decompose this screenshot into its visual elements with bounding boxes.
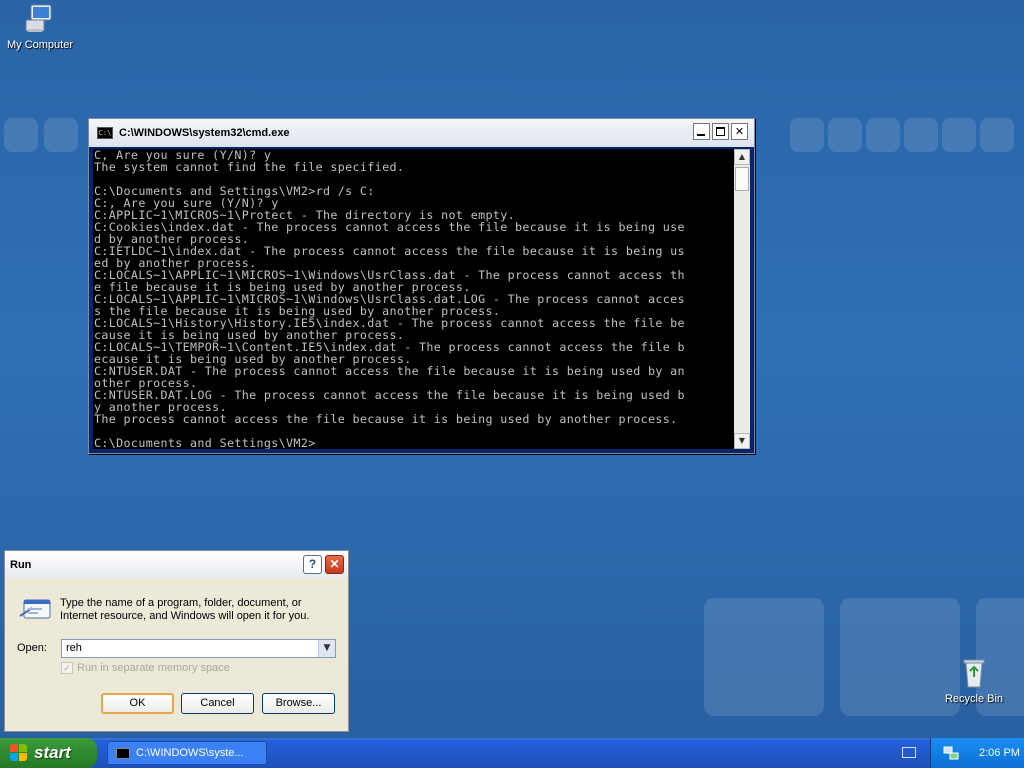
close-icon: ✕ <box>329 557 340 571</box>
cmd-titlebar[interactable]: C:\ C:\WINDOWS\system32\cmd.exe ✕ <box>89 119 754 147</box>
minimize-icon <box>697 134 705 136</box>
run-titlebar[interactable]: Run ? ✕ <box>5 551 348 578</box>
scroll-thumb[interactable] <box>735 167 749 191</box>
run-icon <box>19 599 51 619</box>
system-tray: 2:06 PM <box>930 738 1024 768</box>
cmd-title: C:\WINDOWS\system32\cmd.exe <box>119 127 290 139</box>
maximize-button[interactable] <box>712 123 729 140</box>
browse-button[interactable]: Browse... <box>262 693 335 714</box>
arrow-up-icon: ▲ <box>738 152 746 161</box>
help-icon: ? <box>308 557 317 571</box>
run-dialog[interactable]: Run ? ✕ Type the name of a program, fold… <box>4 550 349 732</box>
desktop-icon-my-computer[interactable]: My Computer <box>0 2 80 51</box>
scroll-down-button[interactable]: ▼ <box>734 433 750 449</box>
cmd-window[interactable]: C:\ C:\WINDOWS\system32\cmd.exe ✕ C, Are… <box>88 118 755 454</box>
desktop-tile <box>866 118 900 152</box>
desktop-tile <box>980 118 1014 152</box>
open-input[interactable]: reh ▼ <box>61 639 336 658</box>
start-label: start <box>34 743 71 762</box>
network-icon[interactable] <box>943 745 959 761</box>
separate-memory-checkbox: ✓ <box>61 662 73 674</box>
desktop-tile <box>828 118 862 152</box>
minimize-button[interactable] <box>693 123 710 140</box>
console-icon <box>116 747 130 759</box>
console-line: The process cannot access the file becau… <box>94 412 678 426</box>
open-dropdown-button[interactable]: ▼ <box>318 640 335 657</box>
start-button[interactable]: start <box>0 738 97 768</box>
console-output[interactable]: C, Are you sure (Y/N)? y The system canno… <box>93 149 734 449</box>
console-scrollbar[interactable]: ▲ ▼ <box>734 149 750 449</box>
computer-icon <box>25 4 52 32</box>
desktop-icon-label: My Computer <box>6 39 74 51</box>
desktop-icon-label: Recycle Bin <box>944 693 1004 705</box>
desktop-tile <box>904 118 938 152</box>
desktop-tile <box>942 118 976 152</box>
separate-memory-option: ✓ Run in separate memory space <box>61 662 230 674</box>
arrow-down-icon: ▼ <box>738 436 746 445</box>
desktop-tile <box>704 598 824 716</box>
close-icon: ✕ <box>734 125 745 138</box>
chevron-down-icon: ▼ <box>323 643 331 653</box>
cancel-button[interactable]: Cancel <box>181 693 254 714</box>
desktop-icon-recycle-bin[interactable]: Recycle Bin <box>934 656 1014 705</box>
taskbar-item-cmd[interactable]: C:\WINDOWS\syste... <box>107 741 267 765</box>
taskbar: start C:\WINDOWS\syste... 2:06 PM <box>0 738 1024 768</box>
help-button[interactable]: ? <box>303 555 322 574</box>
desktop-tile <box>790 118 824 152</box>
open-input-value: reh <box>66 642 82 654</box>
close-button[interactable]: ✕ <box>731 123 748 140</box>
keyboard-icon[interactable] <box>902 747 916 758</box>
console-icon: C:\ <box>97 127 113 139</box>
run-description: Type the name of a program, folder, docu… <box>60 597 310 622</box>
run-close-button[interactable]: ✕ <box>325 555 344 574</box>
separate-memory-label: Run in separate memory space <box>77 662 230 674</box>
desktop-tile <box>44 118 78 152</box>
clock[interactable]: 2:06 PM <box>979 747 1020 759</box>
scroll-up-button[interactable]: ▲ <box>734 149 750 165</box>
run-title: Run <box>10 558 32 571</box>
maximize-icon <box>716 127 725 136</box>
open-label: Open: <box>17 642 47 654</box>
console-line: C:\Documents and Settings\VM2> <box>94 436 316 449</box>
taskbar-item-label: C:\WINDOWS\syste... <box>136 747 244 759</box>
windows-logo-icon <box>10 744 28 762</box>
recycle-bin-icon <box>963 659 985 688</box>
desktop-tile <box>4 118 38 152</box>
ok-button[interactable]: OK <box>101 693 174 714</box>
console-line: The system cannot find the file specifie… <box>94 160 405 174</box>
